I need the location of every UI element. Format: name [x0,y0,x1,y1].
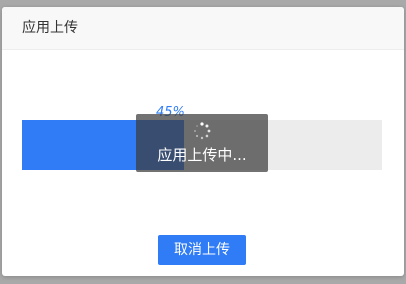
upload-dialog: 应用上传 45% 应用上传中... 取消上传 [2,7,404,276]
dialog-title: 应用上传 [22,20,78,36]
loading-toast: 应用上传中... [136,114,268,172]
cancel-upload-button[interactable]: 取消上传 [158,235,246,265]
spinner-icon [194,122,211,140]
dialog-header: 应用上传 [2,7,404,50]
loading-text: 应用上传中... [157,146,247,164]
